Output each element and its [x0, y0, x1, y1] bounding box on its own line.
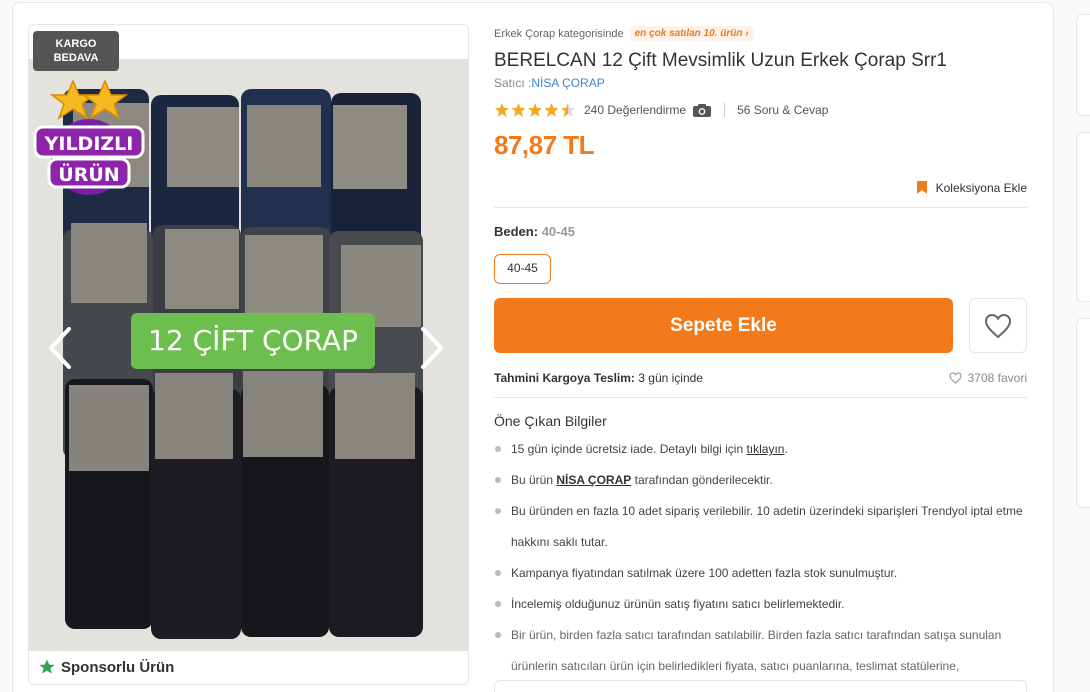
rating-row: 240 Değerlendirme 56 Soru & Cevap: [494, 100, 828, 120]
side-panel-edge: [1076, 318, 1090, 508]
seller-line: Satıcı :NİSA ÇORAP: [494, 76, 605, 90]
chevron-left-icon: [49, 327, 71, 369]
list-item: Bu üründen en fazla 10 adet sipariş veri…: [494, 496, 1027, 558]
add-to-collection-button[interactable]: Koleksiyona Ekle: [916, 180, 1027, 195]
side-panel-edge: [1076, 14, 1090, 116]
size-label-text: Beden:: [494, 224, 539, 239]
seller-link[interactable]: NİSA ÇORAP: [531, 76, 604, 90]
size-option-40-45[interactable]: 40-45: [494, 254, 551, 284]
favorite-count: 3708 favori: [949, 371, 1027, 385]
delivery-estimate: Tahmini Kargoya Teslim: 3 gün içinde: [494, 371, 703, 385]
add-to-cart-button[interactable]: Sepete Ekle: [494, 298, 953, 353]
category-line: Erkek Çorap kategorisinde en çok satılan…: [494, 26, 754, 41]
best-seller-badge[interactable]: en çok satılan 10. ürün ›: [629, 26, 754, 41]
return-info-link[interactable]: tıklayın: [746, 442, 784, 456]
divider: [724, 103, 726, 117]
qa-link[interactable]: 56 Soru & Cevap: [737, 103, 828, 117]
starred-product-badge: YILDIZLI ÜRÜN: [33, 79, 149, 199]
free-shipping-label: KARGO BEDAVA: [53, 38, 99, 64]
review-count-link[interactable]: 240 Değerlendirme: [584, 103, 686, 117]
collection-label: Koleksiyona Ekle: [935, 180, 1027, 195]
green-star-icon: [39, 659, 55, 674]
divider: [494, 397, 1027, 398]
highlights-title: Öne Çıkan Bilgiler: [494, 413, 607, 429]
heart-icon: [984, 313, 1012, 338]
show-all-features-button[interactable]: [494, 680, 1027, 692]
badge-star-icon: [49, 79, 97, 120]
list-item: Kampanya fiyatından satılmak üzere 100 a…: [494, 558, 1027, 589]
heart-outline-icon: [949, 372, 962, 384]
list-item: İncelemiş olduğunuz ürünün satış fiyatın…: [494, 589, 1027, 620]
highlight-text-end: .: [784, 442, 788, 456]
sponsored-label: Sponsorlu Ürün: [61, 658, 175, 676]
highlight-text: Bir ürün, birden fazla satıcı tarafından…: [511, 628, 1002, 673]
camera-icon[interactable]: [692, 103, 712, 118]
category-text[interactable]: Erkek Çorap kategorisinde: [494, 28, 624, 40]
product-gallery: KARGO BEDAVA YILDIZLI ÜRÜN 12 ÇİFT ÇORAP…: [28, 24, 469, 685]
highlights-list: 15 gün içinde ücretsiz iade. Detaylı bil…: [494, 434, 1027, 682]
rating-stars[interactable]: [494, 102, 576, 118]
next-image-button[interactable]: [413, 323, 449, 373]
badge-star-icon: [81, 79, 129, 120]
bookmark-icon: [916, 181, 927, 194]
size-label: Beden: 40-45: [494, 224, 575, 239]
list-item: Bu ürün NİSA ÇORAP tarafından gönderilec…: [494, 465, 1027, 496]
highlight-text: 15 gün içinde ücretsiz iade. Detaylı bil…: [511, 442, 744, 456]
pack-count-overlay: 12 ÇİFT ÇORAP: [131, 313, 375, 369]
chevron-right-icon: [421, 327, 443, 369]
previous-image-button[interactable]: [43, 323, 79, 373]
svg-text:YILDIZLI: YILDIZLI: [44, 133, 134, 155]
pack-count-text: 12 ÇİFT ÇORAP: [148, 324, 358, 357]
product-title: BERELCAN 12 Çift Mevsimlik Uzun Erkek Ço…: [494, 50, 947, 71]
seller-link[interactable]: NİSA ÇORAP: [556, 473, 631, 487]
favorite-button[interactable]: [969, 298, 1027, 353]
list-item: 15 gün içinde ücretsiz iade. Detaylı bil…: [494, 434, 1027, 465]
delivery-label: Tahmini Kargoya Teslim:: [494, 371, 635, 385]
highlight-text: Bu ürün: [511, 473, 554, 487]
sponsored-tag: Sponsorlu Ürün: [39, 651, 174, 683]
size-selected-value: 40-45: [541, 224, 575, 239]
seller-prefix: Satıcı :: [494, 76, 532, 90]
list-item: Bir ürün, birden fazla satıcı tarafından…: [494, 620, 1027, 682]
divider: [494, 207, 1027, 208]
side-panel-edge: [1076, 132, 1090, 302]
delivery-value: 3 gün içinde: [638, 371, 703, 385]
free-shipping-badge: KARGO BEDAVA: [33, 31, 119, 71]
favorite-count-text: 3708 favori: [967, 371, 1027, 385]
best-seller-text: en çok satılan 10. ürün: [634, 28, 743, 39]
svg-text:ÜRÜN: ÜRÜN: [58, 162, 119, 186]
product-price: 87,87 TL: [494, 130, 595, 160]
star-rating-icon: [495, 103, 575, 117]
highlight-text: tarafından gönderilecektir.: [634, 473, 773, 487]
